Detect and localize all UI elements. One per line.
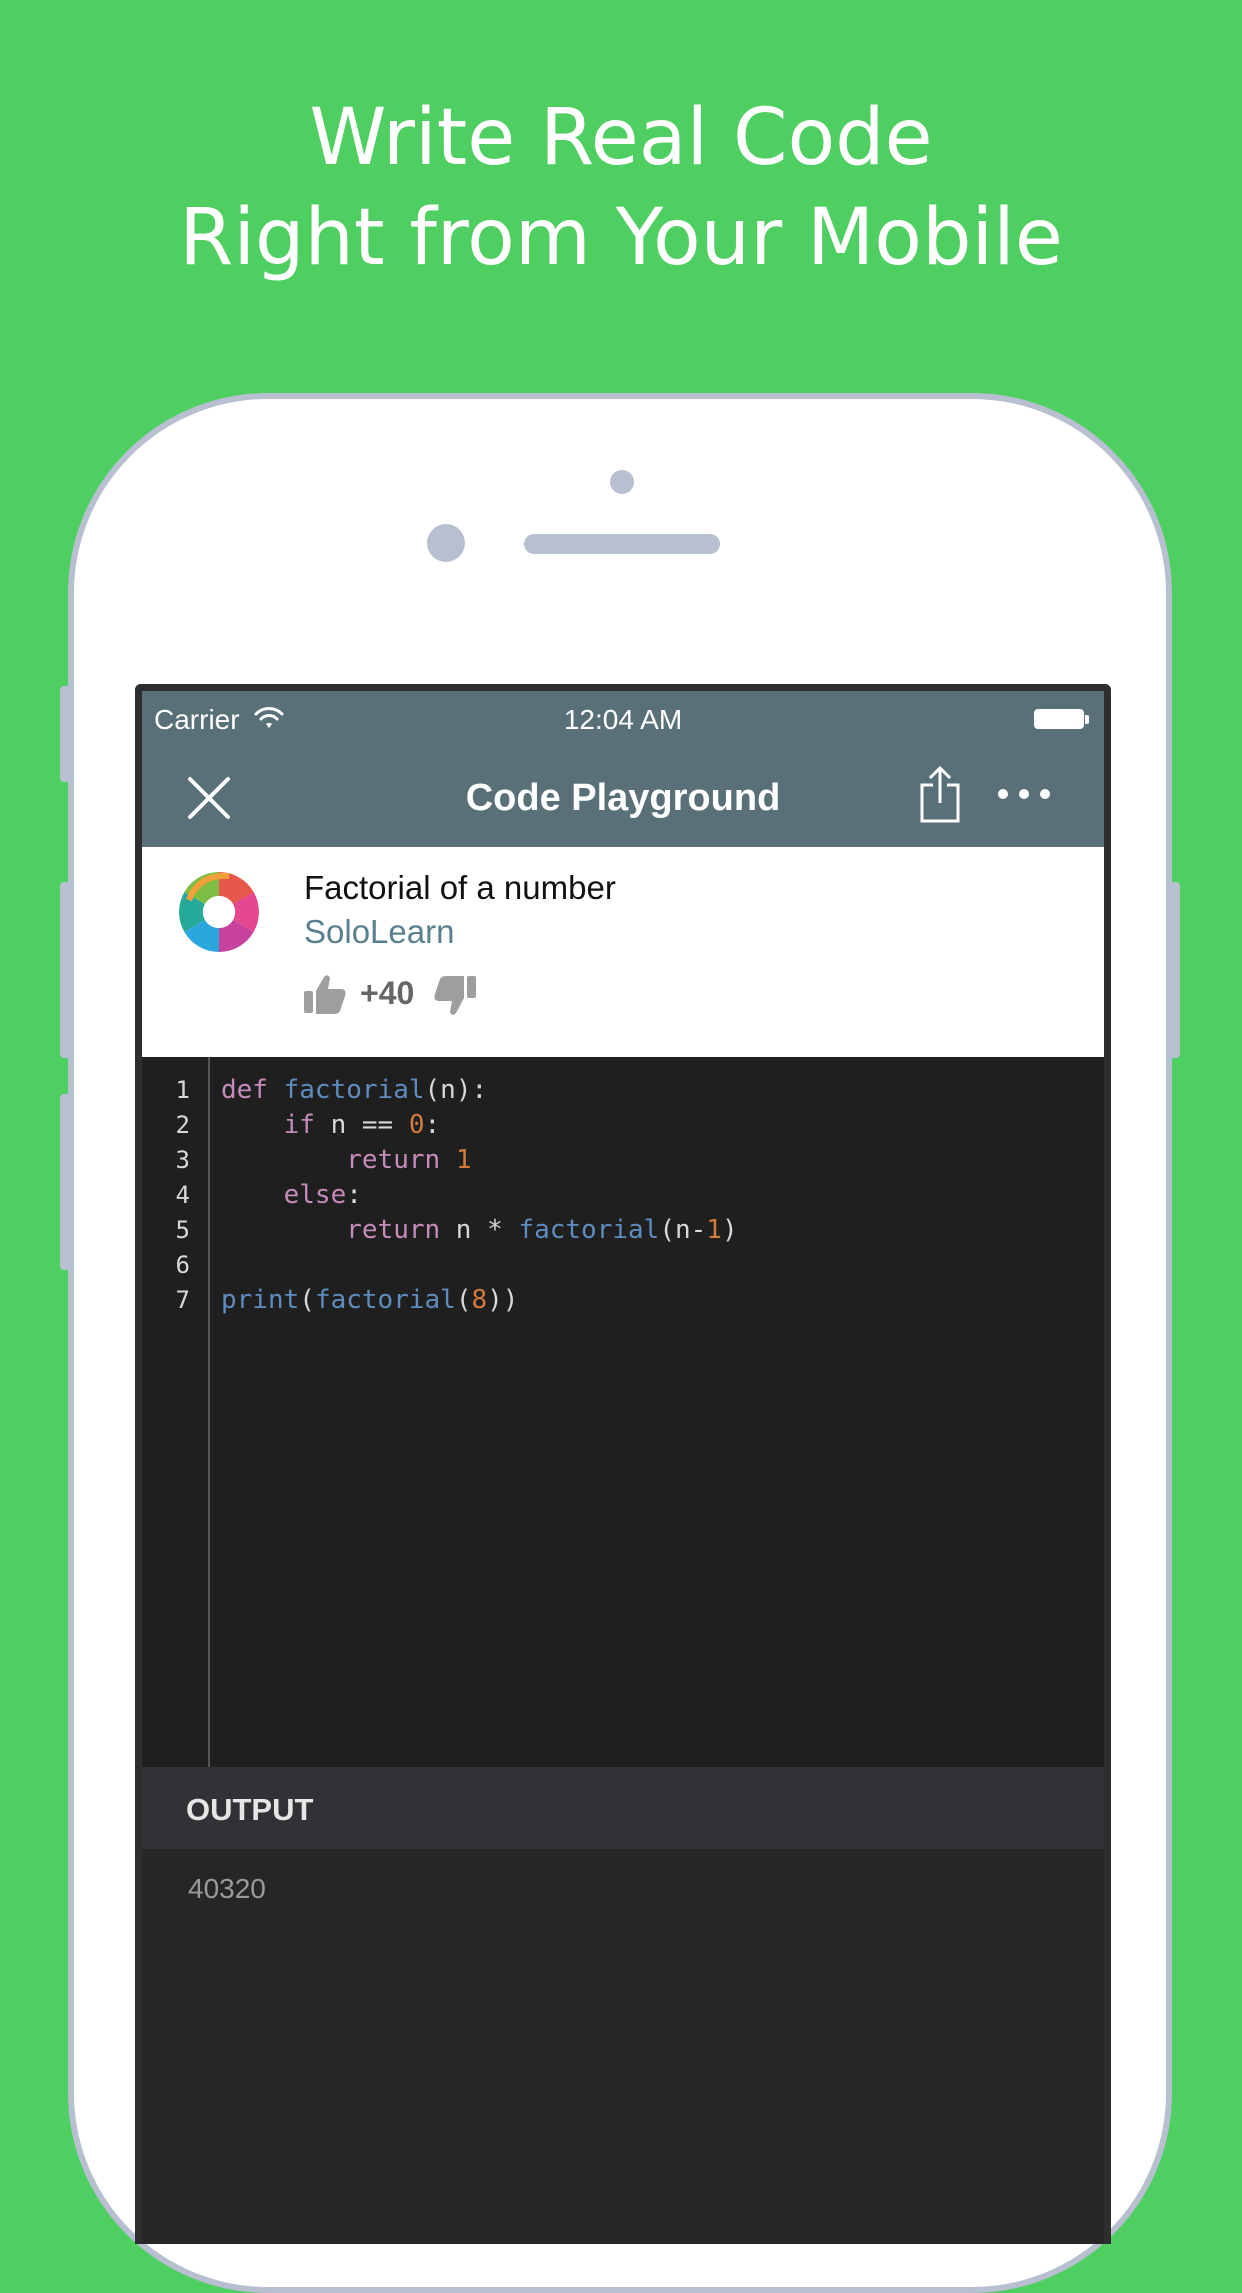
code-text: if n == 0: [221,1108,441,1143]
code-token: : [346,1180,362,1210]
thumb-down-icon[interactable] [432,973,478,1019]
code-token: factorial [518,1215,660,1245]
code-token: 1 [706,1215,722,1245]
code-text: return n * factorial(n-1) [221,1213,738,1248]
battery-icon [1034,709,1084,729]
code-token: 8 [471,1285,488,1315]
code-token: if [283,1110,315,1140]
share-icon[interactable] [916,765,964,825]
sololearn-logo-icon[interactable] [176,869,262,955]
code-title: Factorial of a number [304,869,616,906]
code-text: return 1 [221,1143,471,1178]
code-line[interactable]: 3 return 1 [142,1143,1104,1178]
line-number: 4 [175,1181,190,1209]
headline: Write Real Code Right from Your Mobile [0,88,1242,288]
line-number: 6 [175,1251,190,1279]
phone-front-camera [427,524,465,562]
thumb-up-icon[interactable] [302,971,348,1017]
code-token: n == [314,1110,409,1140]
line-number: 7 [175,1286,190,1314]
code-token: )) [487,1285,519,1315]
code-token: factorial [283,1075,425,1105]
code-token: (n): [424,1075,488,1105]
output-panel: 40320 [142,1849,1104,2244]
status-bar: Carrier 12:04 AM [142,691,1104,749]
close-icon[interactable] [182,771,236,825]
code-author-link[interactable]: SoloLearn [304,913,454,951]
code-token: ( [299,1285,315,1315]
headline-line-1: Write Real Code [309,93,933,183]
phone-screen: Carrier 12:04 AM Code Playground Factori… [135,684,1111,2244]
output-value: 40320 [188,1873,266,1904]
line-number: 1 [175,1076,190,1104]
code-editor[interactable]: 1 def factorial(n): 2 if n == 0: 3 return 1… [142,1057,1104,1767]
code-token: 1 [455,1145,472,1175]
code-token: factorial [314,1285,456,1315]
code-line[interactable]: 6 [142,1248,1104,1283]
code-token: 0 [408,1110,425,1140]
code-line[interactable]: 5 return n * factorial(n-1) [142,1213,1104,1248]
code-token: else [283,1180,347,1210]
code-info-panel: Factorial of a number SoloLearn +40 [142,847,1104,1057]
phone-speaker [524,534,720,554]
code-line[interactable]: 1 def factorial(n): [142,1073,1104,1108]
headline-line-2: Right from Your Mobile [179,193,1063,283]
output-header: OUTPUT [142,1767,1104,1849]
code-line[interactable]: 2 if n == 0: [142,1108,1104,1143]
phone-sensor [610,470,634,494]
code-token: ) [721,1215,738,1245]
code-token: n * [440,1215,519,1245]
code-token: return [346,1215,441,1245]
more-icon[interactable] [994,779,1054,809]
line-number: 5 [175,1216,190,1244]
code-token: (n- [659,1215,707,1245]
code-token: return [346,1145,441,1175]
line-number: 3 [175,1146,190,1174]
code-token: ( [455,1285,472,1315]
code-line[interactable]: 4 else: [142,1178,1104,1213]
battery-tip [1085,715,1089,724]
code-token: def [221,1075,268,1105]
code-line[interactable]: 7 print(factorial(8)) [142,1283,1104,1318]
code-text: print(factorial(8)) [221,1283,518,1318]
vote-count: +40 [360,975,415,1011]
code-text: else: [221,1178,362,1213]
nav-bar: Code Playground [142,749,1104,847]
code-token: print [221,1285,300,1315]
code-token: : [424,1110,441,1140]
line-number: 2 [175,1111,190,1139]
status-time: 12:04 AM [563,704,683,735]
output-label: OUTPUT [186,1792,314,1827]
code-text: def factorial(n): [221,1073,487,1108]
